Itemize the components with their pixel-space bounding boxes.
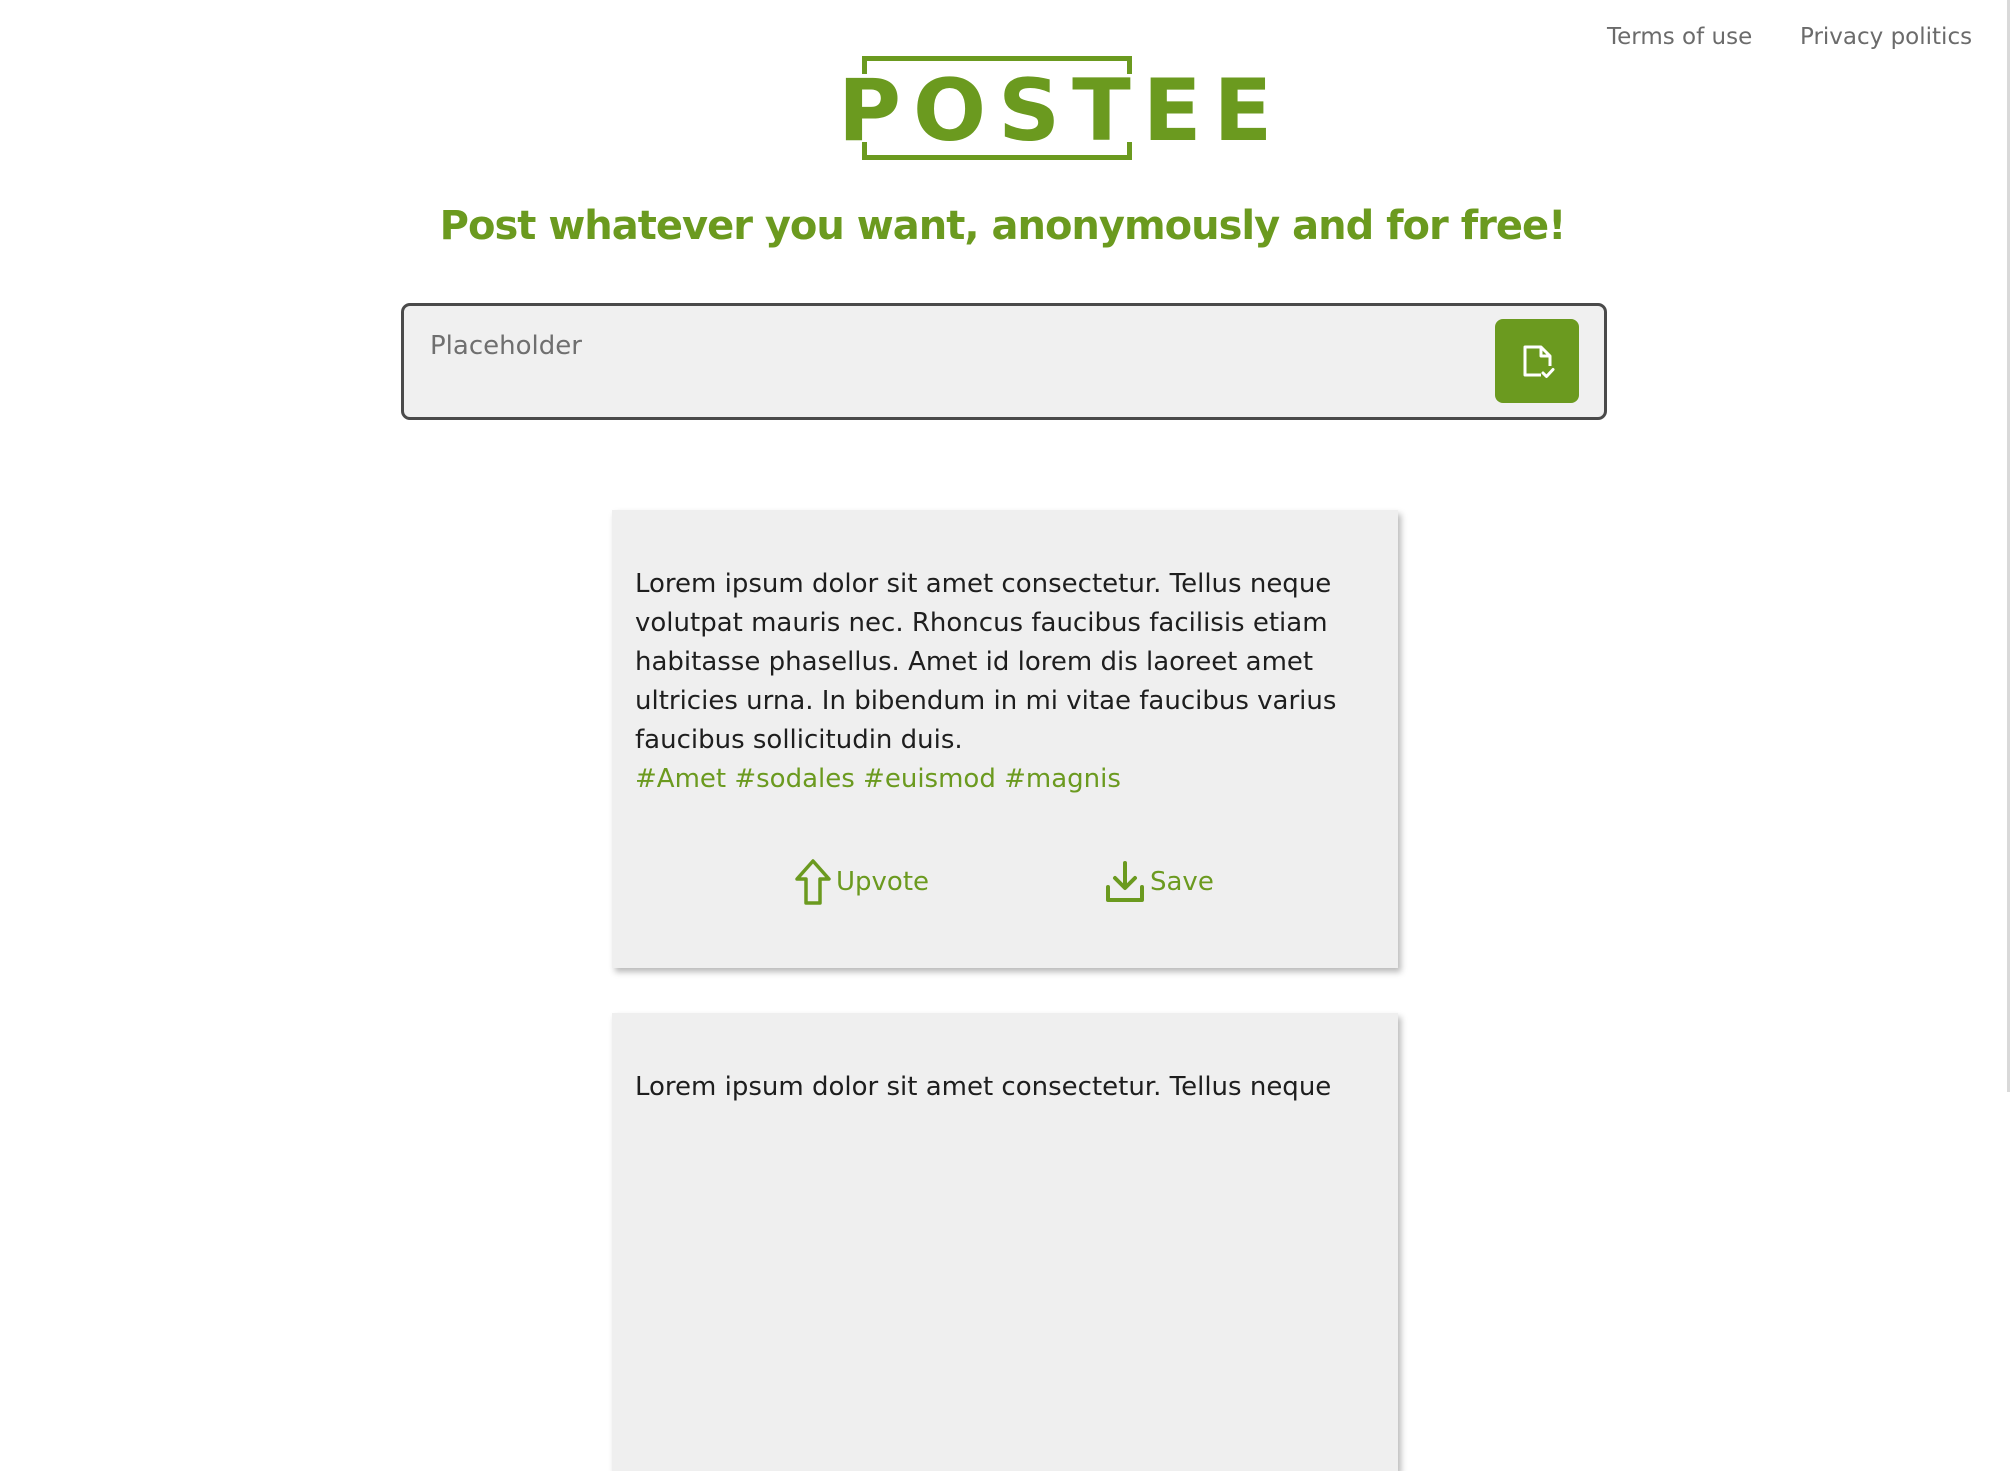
terms-of-use-link[interactable]: Terms of use [1607,24,1752,50]
top-nav: Terms of use Privacy politics [0,24,2010,56]
post-text: Lorem ipsum dolor sit amet consectetur. … [635,1072,1332,1102]
post-body: Lorem ipsum dolor sit amet consectetur. … [635,565,1385,799]
privacy-politics-link[interactable]: Privacy politics [1800,24,1972,50]
upvote-label: Upvote [836,867,930,897]
upvote-button[interactable]: Upvote [794,857,929,907]
document-check-icon [1517,341,1557,381]
save-button[interactable]: Save [1104,857,1214,907]
post-input[interactable] [430,326,1510,366]
post-body: Lorem ipsum dolor sit amet consectetur. … [635,1068,1385,1107]
download-icon [1104,859,1146,905]
logo: POSTEE [838,54,1285,172]
post-text: Lorem ipsum dolor sit amet consectetur. … [635,569,1337,755]
post-composer [401,303,1607,420]
post-card: Lorem ipsum dolor sit amet consectetur. … [612,1013,1398,1471]
arrow-up-icon [794,857,832,907]
page-tagline: Post whatever you want, anonymously and … [439,203,1567,249]
post-actions: Upvote Save [612,857,1398,907]
post-tags[interactable]: #Amet #sodales #euismod #magnis [635,760,1385,799]
post-card: Lorem ipsum dolor sit amet consectetur. … [612,510,1398,968]
save-label: Save [1150,867,1214,897]
submit-post-button[interactable] [1495,319,1579,403]
logo-text: POSTEE [838,61,1285,161]
